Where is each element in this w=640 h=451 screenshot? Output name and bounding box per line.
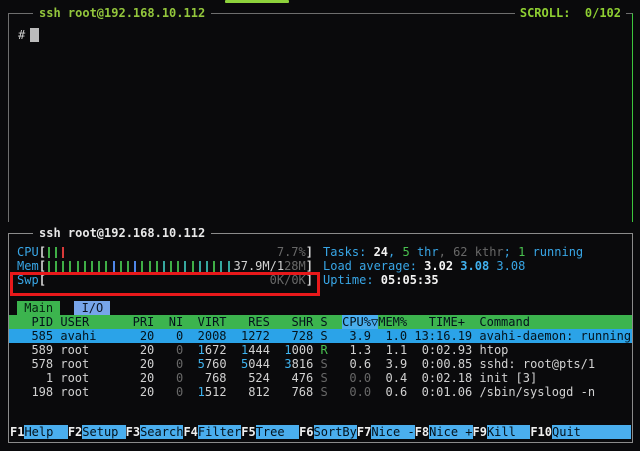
fkey-label-search[interactable]: Search [140,425,183,439]
pane-bottom-htop[interactable]: ssh root@192.168.10.112 CPU[7.7%] Tasks:… [8,233,633,443]
htop-tab-i-o[interactable]: I/O [74,301,110,315]
fkey-f5[interactable]: F5 [241,425,255,439]
meter-label: Swp [17,273,39,287]
fkey-f9[interactable]: F9 [473,425,487,439]
pane-title: ssh root@192.168.10.112 [33,6,211,21]
fkey-f3[interactable]: F3 [126,425,140,439]
meter-label: CPU [17,245,39,259]
swp-meter-row: Swp[0K/0K] Uptime: 05:05:35 [9,273,632,287]
htop-tab-main[interactable]: Main [17,301,60,315]
fkey-label-tree[interactable]: Tree [256,425,299,439]
fkey-label-nice-[interactable]: Nice - [371,425,414,439]
process-table-header[interactable]: PID USER PRI NI VIRT RES SHR S CPU%▽MEM%… [9,315,632,329]
meter-value: 37.9M/128M [231,259,306,273]
mem-meter: Mem[37.9M/128M] [17,259,313,273]
process-table: 585 avahi 20 0 2008 1272 728 S 3.9 1.0 1… [9,329,632,399]
prompt-char: # [18,28,25,42]
uptime: Uptime: 05:05:35 [323,273,439,287]
process-row[interactable]: 1 root 20 0 768 524 476 S 0.0 0.4 0:02.1… [9,371,632,385]
process-row[interactable]: 198 root 20 0 1512 812 768 S 0.0 0.6 0:0… [9,385,632,399]
fkey-f10[interactable]: F10 [530,425,552,439]
load-average: Load average: 3.02 3.08 3.08 [323,259,525,273]
process-row[interactable]: 589 root 20 0 1672 1444 1000 R 1.3 1.1 0… [9,343,632,357]
fkey-f8[interactable]: F8 [415,425,429,439]
meter-bars: 7.7% [46,245,306,259]
tasks-summary: Tasks: 24, 5 thr, 62 kthr; 1 running [323,245,583,259]
process-row[interactable]: 578 root 20 0 5760 5044 3816 S 0.6 3.9 0… [9,357,632,371]
process-row-selected[interactable]: 585 avahi 20 0 2008 1272 728 S 3.9 1.0 1… [9,329,632,343]
swap-meter: Swp[0K/0K] [17,273,313,287]
fkey-f4[interactable]: F4 [183,425,197,439]
fkey-f1[interactable]: F1 [10,425,24,439]
terminal-screen: ssh root@192.168.10.112 SCROLL: 0/102 # … [0,0,640,451]
meter-bars: 0K/0K [46,273,306,287]
fkey-label-filter[interactable]: Filter [198,425,241,439]
fkey-f7[interactable]: F7 [357,425,371,439]
meter-label: Mem [17,259,39,273]
fkey-f6[interactable]: F6 [299,425,313,439]
fkey-label-quit[interactable]: Quit [552,425,631,439]
pane-title: ssh root@192.168.10.112 [33,226,211,241]
function-key-bar: F1Help F2Setup F3SearchF4FilterF5Tree F6… [9,425,632,439]
mem-meter-row: Mem[37.9M/128M] Load average: 3.02 3.08 … [9,259,632,273]
pane-top-ssh-shell[interactable]: ssh root@192.168.10.112 SCROLL: 0/102 # [8,13,633,222]
sort-column-cpu[interactable]: CPU%▽ [342,315,378,329]
meter-value: 7.7% [274,245,306,259]
fkey-label-nice-[interactable]: Nice + [429,425,472,439]
terminal-cursor [30,28,39,42]
meter-value: 0K/0K [267,273,306,287]
cpu-meter-row: CPU[7.7%] Tasks: 24, 5 thr, 62 kthr; 1 r… [9,245,632,259]
htop-tabs: Main I/O [9,301,632,315]
fkey-label-setup[interactable]: Setup [82,425,125,439]
fkey-f2[interactable]: F2 [68,425,82,439]
top-progress-strip [225,0,289,3]
meter-bars: 37.9M/128M [46,259,306,273]
fkey-label-kill[interactable]: Kill [487,425,530,439]
fkey-label-help[interactable]: Help [24,425,67,439]
cpu-meter: CPU[7.7%] [17,245,313,259]
fkey-label-sortby[interactable]: SortBy [314,425,357,439]
scroll-indicator: SCROLL: 0/102 [515,6,626,21]
